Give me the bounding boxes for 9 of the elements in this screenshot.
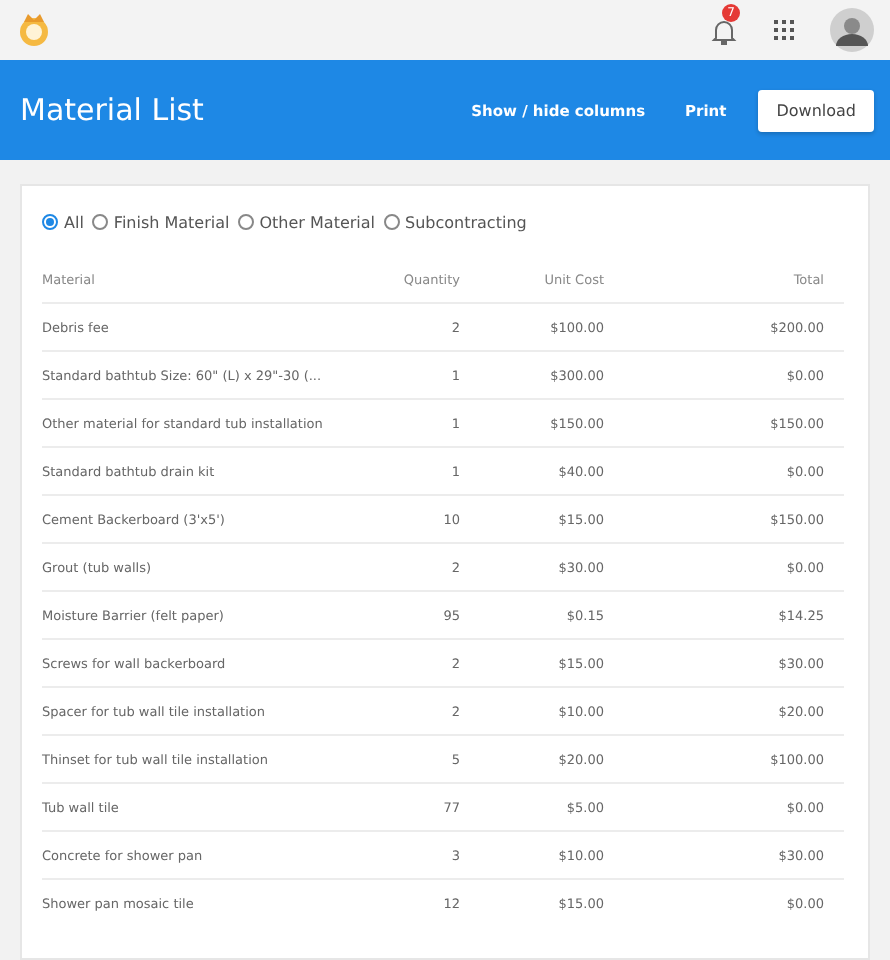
filter-radio-option[interactable]: Finish Material xyxy=(91,213,230,231)
filter-radio-option[interactable]: All xyxy=(42,213,84,231)
apps-grid-icon[interactable] xyxy=(774,20,794,40)
filter-radio-option[interactable]: Subcontracting xyxy=(383,213,527,231)
page-title: Material List xyxy=(20,92,206,128)
bell-icon[interactable] xyxy=(710,18,738,46)
avatar[interactable] xyxy=(830,8,874,52)
download-button[interactable]: Download xyxy=(758,89,874,131)
filter-radio-option[interactable]: Other Material xyxy=(237,213,376,231)
